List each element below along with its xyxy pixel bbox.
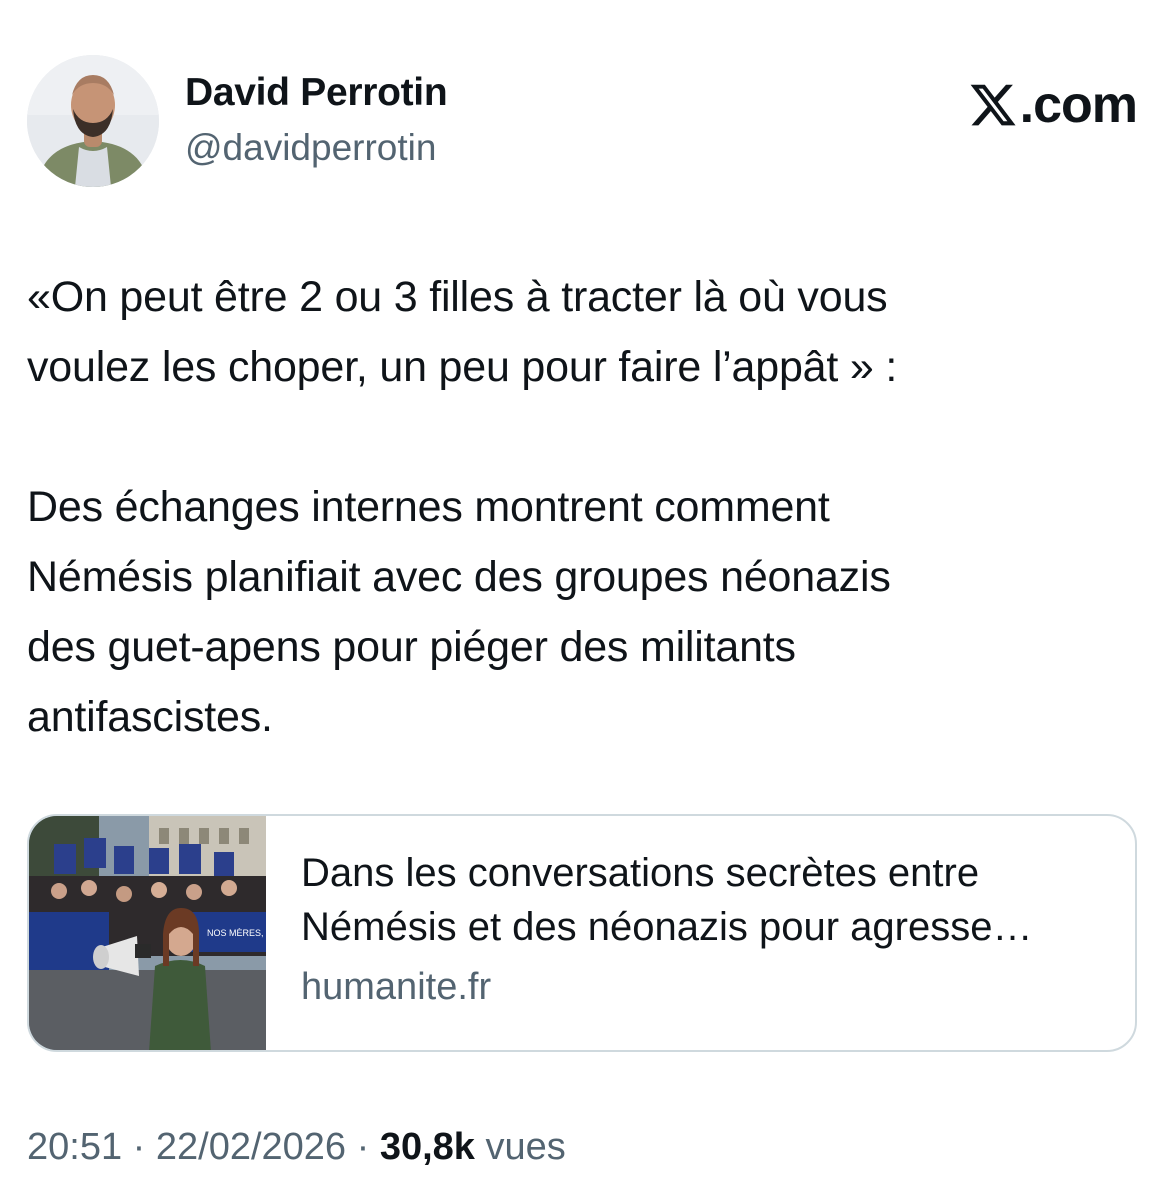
- link-card-title-line: Némésis et des néonazis pour agresse…: [301, 905, 1033, 949]
- link-card-image[interactable]: NOS MÈRES, N: [29, 816, 266, 1050]
- profile-photo-icon: [27, 55, 159, 187]
- link-card-title[interactable]: Dans les conversations secrètes entre Né…: [301, 846, 1111, 954]
- tweet-paragraph: «On peut être 2 ou 3 filles à tracter là…: [27, 262, 1137, 402]
- brand-domain: .com: [1019, 76, 1138, 134]
- author-name[interactable]: David Perrotin: [185, 71, 448, 115]
- tweet-meta: 20:51 · 22/02/2026 · 30,8k vues: [27, 1126, 566, 1169]
- tweet-header: David Perrotin @davidperrotin .com: [27, 55, 1138, 190]
- article-photo-icon: NOS MÈRES, N: [29, 816, 266, 1050]
- tweet-line: «On peut être 2 ou 3 filles à tracter là…: [27, 273, 888, 321]
- tweet-line: Némésis planifiait avec des groupes néon…: [27, 553, 891, 601]
- banner-text: NOS MÈRES, N: [207, 928, 266, 938]
- meta-separator: ·: [132, 1126, 146, 1168]
- tweet-line: antifascistes.: [27, 693, 273, 741]
- x-logo-icon: [968, 80, 1018, 130]
- brand-logo: .com: [968, 75, 1138, 135]
- tweet-date[interactable]: 22/02/2026: [156, 1126, 346, 1168]
- tweet-text: «On peut être 2 ou 3 filles à tracter là…: [27, 262, 1137, 752]
- tweet-line: Des échanges internes montrent comment: [27, 483, 830, 531]
- author-handle[interactable]: @davidperrotin: [185, 127, 436, 169]
- views-label: vues: [485, 1126, 566, 1168]
- avatar[interactable]: [27, 55, 159, 187]
- tweet-time[interactable]: 20:51: [27, 1126, 122, 1168]
- tweet-line: des guet-apens pour piéger des militants: [27, 623, 796, 671]
- meta-separator: ·: [356, 1126, 370, 1168]
- tweet-paragraph: Des échanges internes montrent comment N…: [27, 472, 1137, 752]
- link-card-title-line: Dans les conversations secrètes entre: [301, 851, 980, 895]
- views-count: 30,8k: [379, 1126, 475, 1168]
- link-card[interactable]: NOS MÈRES, N Dans les conversations secr…: [27, 814, 1137, 1052]
- tweet-line: voulez les choper, un peu pour faire l’a…: [27, 343, 898, 391]
- link-card-domain[interactable]: humanite.fr: [301, 966, 491, 1009]
